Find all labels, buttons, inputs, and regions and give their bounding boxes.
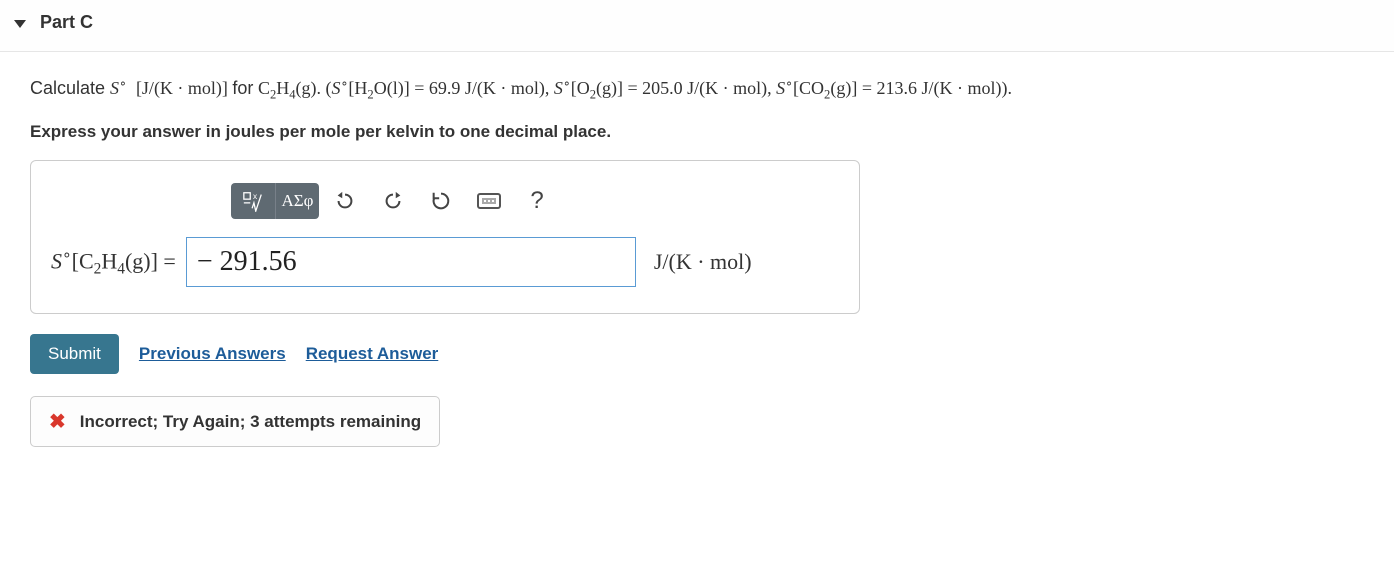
caret-down-icon	[14, 20, 26, 28]
symbols-button[interactable]: ΑΣφ	[275, 183, 319, 219]
equation-toolbar: x ΑΣφ ?	[231, 183, 839, 219]
request-answer-link[interactable]: Request Answer	[306, 344, 439, 364]
actions-row: Submit Previous Answers Request Answer	[30, 334, 1364, 374]
undo-button[interactable]	[323, 183, 367, 219]
content-area: Calculate S∘ [J/(K · mol)] for C2H4(g). …	[0, 52, 1394, 457]
reset-icon	[430, 190, 452, 212]
redo-button[interactable]	[371, 183, 415, 219]
submit-button[interactable]: Submit	[30, 334, 119, 374]
part-header[interactable]: Part C	[0, 0, 1394, 52]
templates-button[interactable]: x	[231, 183, 275, 219]
redo-icon	[382, 190, 404, 212]
answer-lhs: S∘[C2H4(g)] =	[51, 246, 176, 279]
keyboard-button[interactable]	[467, 183, 511, 219]
incorrect-x-icon: ✖	[49, 409, 66, 434]
question-text: Calculate S∘ [J/(K · mol)] for C2H4(g). …	[30, 74, 1364, 104]
fraction-root-icon: x	[242, 190, 264, 212]
answer-input[interactable]	[186, 237, 636, 287]
toolbar-group-templates: x ΑΣφ	[231, 183, 319, 219]
instruction-text: Express your answer in joules per mole p…	[30, 122, 1364, 142]
answer-panel: x ΑΣφ ?	[30, 160, 860, 314]
reset-button[interactable]	[419, 183, 463, 219]
previous-answers-link[interactable]: Previous Answers	[139, 344, 286, 364]
feedback-message: Incorrect; Try Again; 3 attempts remaini…	[80, 412, 421, 432]
svg-text:x: x	[253, 193, 258, 202]
question-prefix: Calculate	[30, 78, 110, 98]
answer-row: S∘[C2H4(g)] = J/(K · mol)	[51, 237, 839, 287]
feedback-box: ✖ Incorrect; Try Again; 3 attempts remai…	[30, 396, 440, 447]
undo-icon	[334, 190, 356, 212]
answer-unit: J/(K · mol)	[654, 249, 752, 275]
symbols-label: ΑΣφ	[282, 191, 314, 211]
help-label: ?	[530, 187, 543, 215]
keyboard-icon	[477, 193, 501, 209]
help-button[interactable]: ?	[515, 183, 559, 219]
part-title: Part C	[40, 12, 93, 33]
